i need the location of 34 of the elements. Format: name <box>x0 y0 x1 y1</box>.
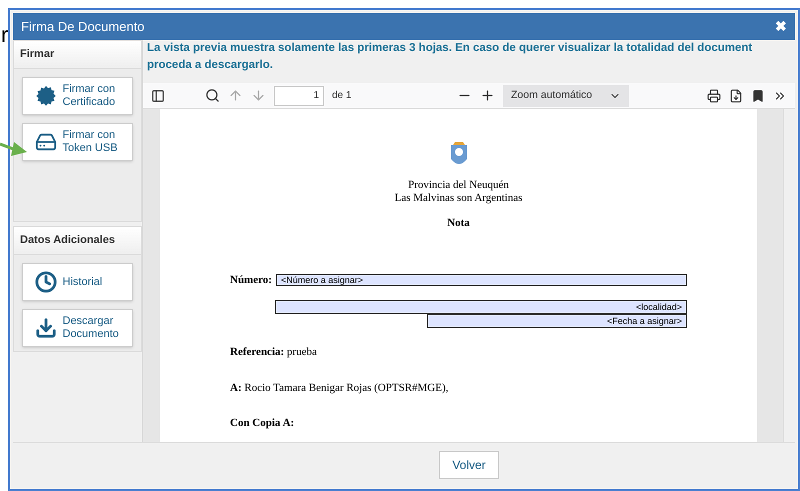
document-title: Nota <box>447 216 470 231</box>
preview-notice: La vista previa muestra solamente las primeras 3 hojas. En caso de querer visualizar la totalidad del document proceda a descargarlo. <box>146 41 754 73</box>
zoom-in-icon[interactable] <box>480 88 495 103</box>
zoom-select[interactable]: Zoom automático <box>503 84 629 106</box>
document-line: Referencia: prueba <box>230 345 318 360</box>
page-number-field[interactable]: 1 <box>274 86 324 106</box>
date-field: <Fecha a asignar> <box>427 314 687 328</box>
locality-field: <localidad> <box>275 300 687 314</box>
page-count: de 1 <box>332 89 352 103</box>
document-line: A: Rocio Tamara Benigar Rojas (OPTSR#MGE), <box>230 380 450 396</box>
field-label: Número: <box>230 272 272 288</box>
print-icon[interactable] <box>707 88 721 102</box>
sidebar-button[interactable]: Firmar con Token USB <box>22 123 133 161</box>
background-text: r <box>1 21 8 49</box>
sidebar-button[interactable]: Descargar Documento <box>22 309 133 347</box>
panel-title: Firmar <box>20 47 54 62</box>
search-icon[interactable] <box>205 88 220 103</box>
bookmark-icon[interactable] <box>751 88 765 102</box>
letterhead-text: Provincia del Neuquén <box>408 179 509 192</box>
panel-title: Datos Adicionales <box>20 233 115 248</box>
clock-icon <box>34 271 56 293</box>
drive-icon <box>34 131 56 153</box>
letterhead-text: Las Malvinas son Argentinas <box>394 192 522 205</box>
back-button[interactable]: Volver <box>439 450 499 478</box>
window-title: Firma De Documento <box>21 18 145 36</box>
number-field: <Número a asignar> <box>276 274 687 286</box>
close-button[interactable]: ✖ <box>775 16 787 37</box>
seal-icon <box>34 85 56 107</box>
sidebar-toggle-icon[interactable] <box>151 88 165 102</box>
download-icon <box>34 317 56 339</box>
sidebar-button[interactable]: Historial <box>22 263 133 301</box>
document-line: Con Copia A: <box>230 416 296 431</box>
sidebar-button[interactable]: Firmar con Certificado <box>22 77 133 115</box>
download-icon[interactable] <box>729 88 743 102</box>
